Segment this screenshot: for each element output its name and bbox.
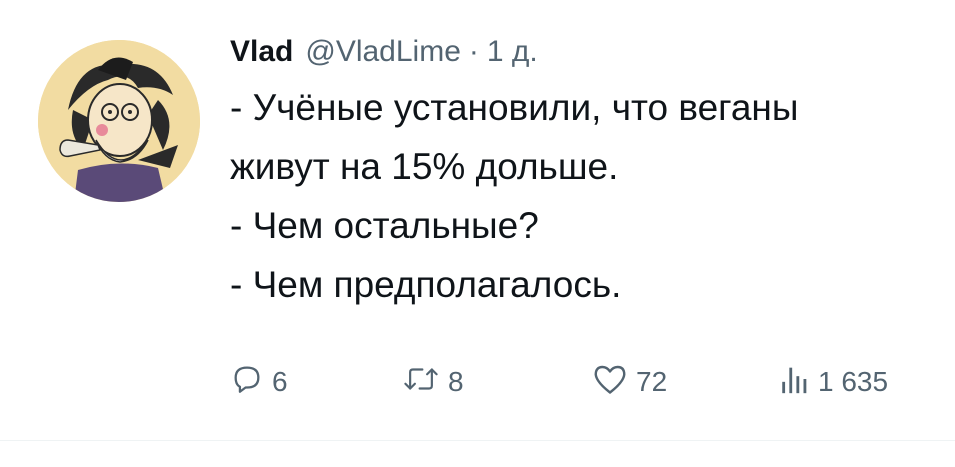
retweet-icon [402, 362, 440, 403]
avatar[interactable] [38, 40, 200, 202]
tweet-timestamp[interactable]: 1 д. [487, 30, 538, 74]
tweet-text-line: - Учёные установили, что веганы [230, 87, 799, 128]
heart-icon [592, 362, 628, 403]
like-button[interactable]: 72 [592, 360, 667, 404]
tweet-text-line: - Чем остальные? [230, 205, 539, 246]
reply-count: 6 [272, 366, 288, 397]
like-count: 72 [636, 366, 668, 397]
reply-bubble-icon [230, 362, 264, 403]
author-name[interactable]: Vlad [230, 30, 293, 74]
reply-button[interactable]: 6 [230, 360, 288, 404]
tweet[interactable]: Vlad @VladLime · 1 д. - Учёные установил… [0, 0, 955, 467]
tweet-text-line: - Чем предполагалось. [230, 264, 622, 305]
tweet-text-line: живут на 15% дольше. [230, 146, 619, 187]
retweet-count: 8 [448, 366, 464, 397]
retweet-button[interactable]: 8 [402, 360, 464, 404]
avatar-cartoon-image [38, 40, 200, 202]
author-handle[interactable]: @VladLime [305, 30, 461, 74]
header-separator: · [468, 35, 479, 68]
views-chart-icon [780, 362, 810, 403]
tweet-header: Vlad @VladLime · 1 д. [230, 30, 940, 74]
tweet-actions-bar: 6 8 72 1 635 [230, 360, 935, 404]
tweet-text: - Учёные установили, что веганы живут на… [230, 78, 940, 314]
views-button[interactable]: 1 635 [780, 360, 888, 404]
bottom-divider [0, 440, 955, 441]
tweet-content: Vlad @VladLime · 1 д. - Учёные установил… [230, 30, 940, 314]
views-count: 1 635 [818, 366, 889, 397]
